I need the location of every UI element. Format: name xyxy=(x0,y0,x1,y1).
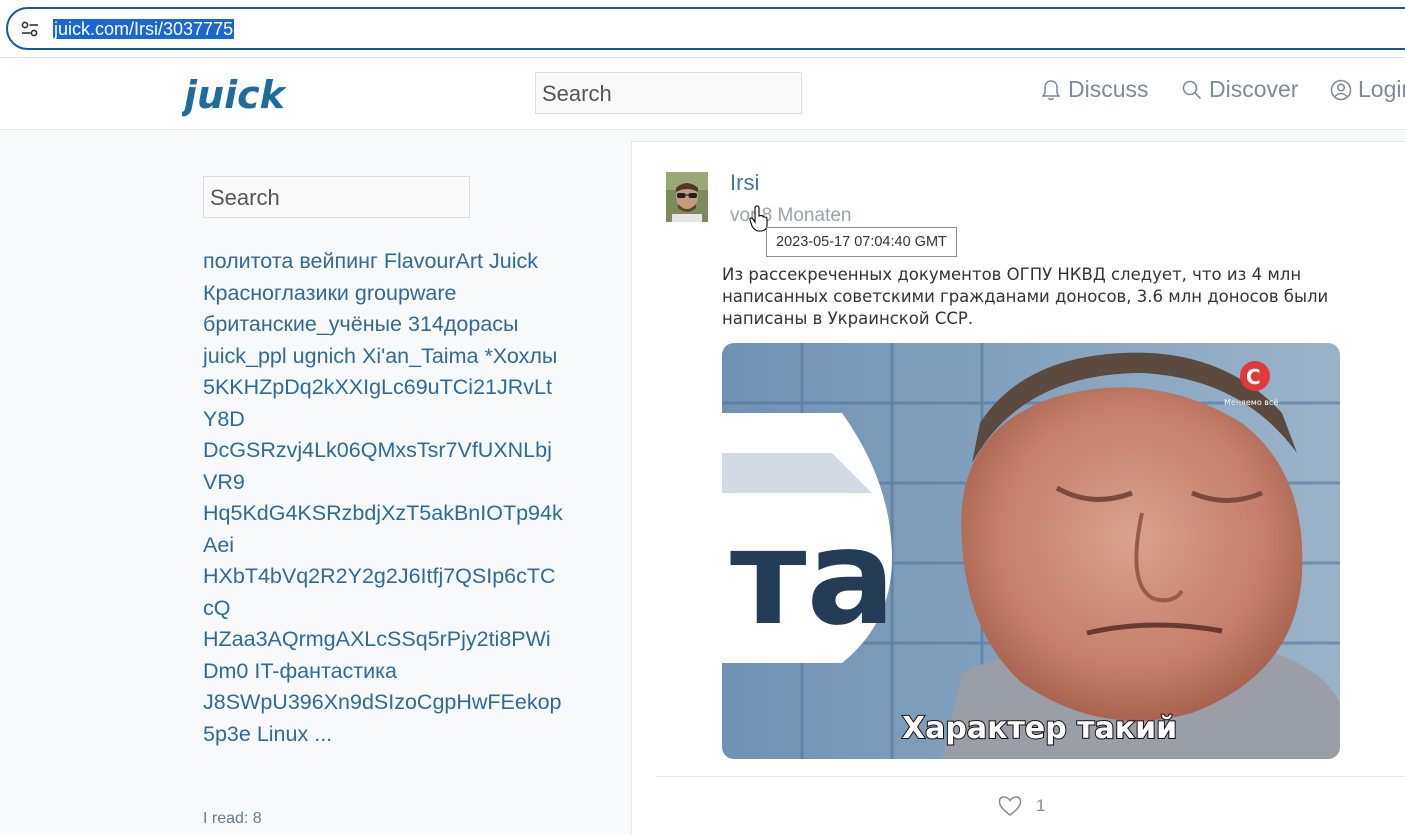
bell-icon xyxy=(1041,79,1061,100)
header-search-input[interactable]: Search xyxy=(535,72,802,114)
svg-text:Меняемо всё: Меняемо всё xyxy=(1224,398,1278,407)
post-divider xyxy=(656,776,1405,777)
post-text: Из рассекреченных документов ОГПУ НКВД с… xyxy=(722,265,1329,328)
avatar[interactable] xyxy=(666,172,708,222)
tag-link[interactable]: ... xyxy=(314,722,332,746)
i-read-count[interactable]: I read: 8 xyxy=(203,810,262,828)
like-button[interactable]: 1 xyxy=(998,795,1045,817)
tag-link[interactable]: juick_ppl xyxy=(203,344,287,368)
timestamp-tooltip: 2023-05-17 07:04:40 GMT xyxy=(766,227,957,257)
url-text[interactable]: juick.com/Irsi/3037775 xyxy=(53,18,235,40)
tag-cloud: политота вейпинг FlavourArt Juick Красно… xyxy=(203,246,565,750)
svg-text:Характер такий: Характер такий xyxy=(902,711,1177,746)
tag-link[interactable]: DcGSRzvj4Lk06QMxsTsr7VfUXNLbjVR9 xyxy=(203,438,552,494)
post-image[interactable]: та C Меняемо всё Характер такий xyxy=(722,343,1340,759)
browser-toolbar: juick.com/Irsi/3037775 xyxy=(0,0,1405,58)
svg-text:C: C xyxy=(1246,365,1261,389)
sidebar-search-input[interactable]: Search xyxy=(203,176,470,218)
juick-logo[interactable]: juick xyxy=(182,72,312,118)
tag-link[interactable]: HXbT4bVq2R2Y2g2J6Itfj7QSIp6cTCcQ xyxy=(203,564,556,620)
site-header: juick Search Discuss Discover Login xyxy=(0,58,1405,130)
search-icon xyxy=(1182,80,1202,99)
post-author-link[interactable]: Irsi xyxy=(730,170,759,196)
tag-link[interactable]: groupware xyxy=(355,281,457,305)
tag-link[interactable]: 5KKHZpDq2kXXIgLc69uTCi21JRvLtY8D xyxy=(203,375,552,431)
tag-link[interactable]: *Хохлы xyxy=(484,344,557,368)
tag-link[interactable]: Juick xyxy=(489,249,538,273)
tag-link[interactable]: 314дорасы xyxy=(408,312,519,336)
heart-icon xyxy=(998,796,1022,816)
tag-link[interactable]: Hq5KdG4KSRzbdjXzT5akBnIOTp94kAei xyxy=(203,501,563,557)
tune-icon[interactable] xyxy=(20,20,40,38)
address-bar[interactable]: juick.com/Irsi/3037775 xyxy=(6,7,1405,50)
nav-discover[interactable]: Discover xyxy=(1181,76,1298,103)
tag-link[interactable]: ugnich xyxy=(293,344,356,368)
tag-link[interactable]: Linux xyxy=(257,722,308,746)
tag-link[interactable]: вейпинг xyxy=(299,249,378,273)
nav-login[interactable]: Login xyxy=(1330,76,1405,103)
nav-login-label: Login xyxy=(1358,76,1405,102)
tag-link[interactable]: Красноглазики xyxy=(203,281,349,305)
tag-link[interactable]: британские_учёные xyxy=(203,312,402,336)
user-icon xyxy=(1330,79,1352,100)
nav-discover-label: Discover xyxy=(1209,76,1299,102)
tag-link[interactable]: Xi'an_Taima xyxy=(362,344,478,368)
svg-text:та: та xyxy=(730,501,896,655)
tag-link[interactable]: FlavourArt xyxy=(384,249,483,273)
tag-link[interactable]: IT-фантастика xyxy=(254,659,397,683)
like-count: 1 xyxy=(1036,796,1046,815)
svg-text:juick: juick xyxy=(182,73,288,117)
nav-discuss[interactable]: Discuss xyxy=(1040,76,1149,103)
tag-link[interactable]: политота xyxy=(203,249,293,273)
nav-discuss-label: Discuss xyxy=(1068,76,1149,102)
